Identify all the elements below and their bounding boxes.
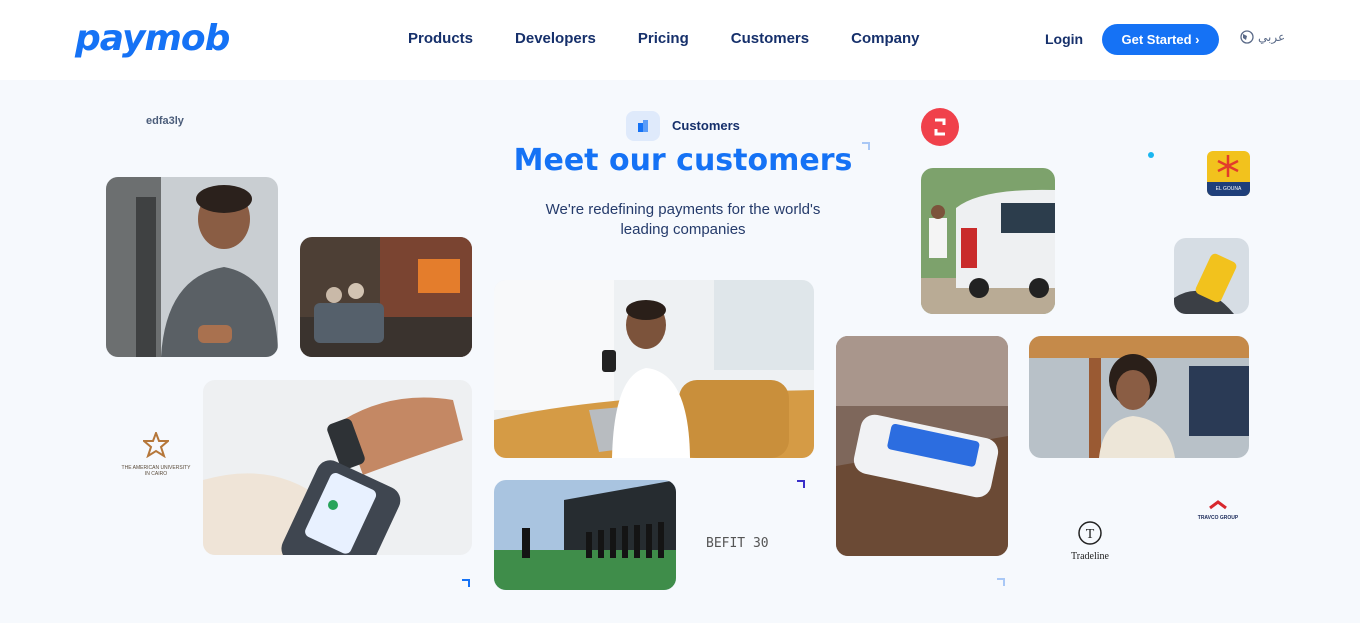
accent-mark [997, 578, 1005, 586]
accent-dot [1148, 152, 1154, 158]
tradeline-t-icon: T [1078, 521, 1102, 545]
photo-hand-phone [1174, 238, 1249, 314]
nav-products[interactable]: Products [408, 30, 473, 47]
star-icon [1217, 155, 1239, 177]
nav-customers[interactable]: Customers [731, 30, 809, 47]
section-label: Customers [672, 118, 740, 133]
travco-label: TRAVCO GROUP [1197, 515, 1239, 521]
accent-mark [462, 579, 470, 587]
photo-van-delivery [921, 168, 1055, 314]
tradeline-logo: T Tradeline [1068, 520, 1112, 562]
photo-living-room [300, 237, 472, 357]
photo-man-phone [106, 177, 278, 357]
auc-emblem-icon [141, 430, 171, 459]
page-subtitle: We're redefining payments for the world'… [545, 201, 821, 238]
photo-smiling-man [1029, 336, 1249, 458]
nav-company[interactable]: Company [851, 30, 919, 47]
auc-logo-text: THE AMERICAN UNIVERSITY IN CAIRO [121, 465, 191, 477]
photo-football-team [494, 480, 676, 590]
customers-pill-icon [626, 111, 660, 141]
accent-mark [862, 142, 870, 150]
red-circle-logo [921, 108, 959, 146]
language-label: عربي [1258, 30, 1286, 44]
site-header: paymob Products Developers Pricing Custo… [0, 0, 1360, 80]
photo-smartwatch-pos [203, 380, 472, 555]
nav-developers[interactable]: Developers [515, 30, 596, 47]
accent-mark [797, 480, 805, 488]
tradeline-label: Tradeline [1071, 551, 1109, 562]
auc-logo: THE AMERICAN UNIVERSITY IN CAIRO [120, 430, 192, 477]
befit-logo: BEFIT 30 [706, 536, 769, 551]
globe-icon [1240, 30, 1254, 44]
login-link[interactable]: Login [1045, 31, 1083, 47]
edfa3ly-logo: edfa3ly [146, 115, 184, 127]
language-switch[interactable]: عربي [1240, 30, 1285, 44]
building-icon [638, 120, 648, 132]
page-title: Meet our customers [513, 143, 853, 178]
travco-mark-icon [1209, 500, 1227, 510]
paymob-logo[interactable]: paymob [75, 18, 230, 59]
bracket-icon [934, 118, 946, 136]
svg-text:T: T [1086, 527, 1095, 542]
photo-pos-terminal [836, 336, 1008, 556]
nav-pricing[interactable]: Pricing [638, 30, 689, 47]
travco-logo: TRAVCO GROUP [1195, 497, 1241, 521]
main-nav: Products Developers Pricing Customers Co… [408, 30, 961, 47]
elgouna-label: EL GOUNA [1207, 182, 1250, 196]
photo-man-sofa [494, 280, 814, 458]
get-started-button[interactable]: Get Started › [1102, 24, 1219, 55]
elgouna-logo: EL GOUNA [1207, 151, 1250, 196]
